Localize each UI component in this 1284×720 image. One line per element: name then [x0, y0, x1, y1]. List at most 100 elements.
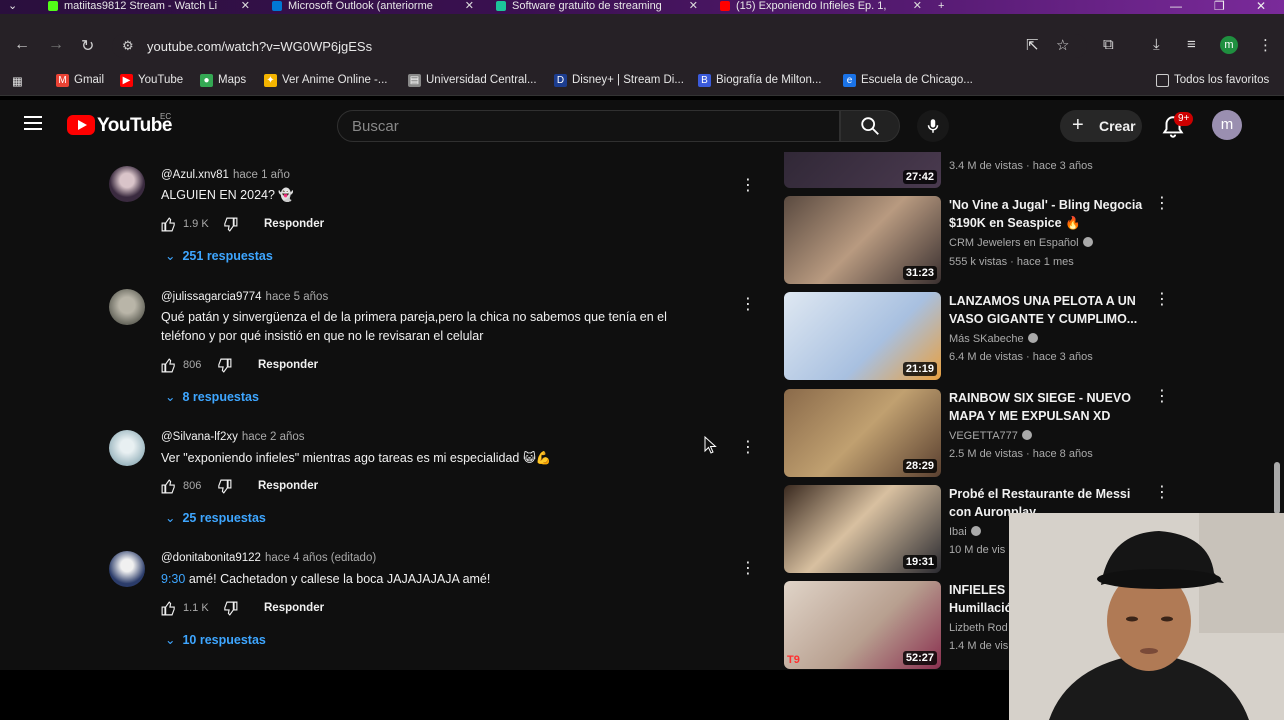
- bookmark-maps[interactable]: ● Maps: [200, 74, 246, 87]
- video-more-options-icon[interactable]: ⋮: [1154, 196, 1170, 212]
- scrollbar-thumb[interactable]: [1274, 462, 1280, 514]
- dislike-icon[interactable]: [222, 216, 239, 233]
- comment-author[interactable]: @Silvana-lf2xy hace 2 años: [161, 431, 305, 443]
- youtube-favicon-icon: [720, 1, 730, 11]
- all-bookmarks[interactable]: Todos los favoritos: [1156, 74, 1269, 87]
- url-text[interactable]: youtube.com/watch?v=WG0WP6jgESs: [147, 39, 372, 54]
- view-replies-button[interactable]: ⌄ 251 respuestas: [165, 248, 273, 263]
- like-icon[interactable]: [160, 357, 177, 374]
- commenter-avatar[interactable]: [109, 430, 145, 466]
- youtube-header: YouTube EC Buscar + Crear: [0, 100, 1270, 152]
- install-app-icon[interactable]: ⇱: [1026, 36, 1039, 54]
- view-replies-button[interactable]: ⌄ 8 respuestas: [165, 389, 259, 404]
- comment-timestamp-link[interactable]: 9:30: [161, 572, 185, 586]
- tab-youtube-active[interactable]: (15) Exponiendo Infieles Ep. 1, ✕: [716, 0, 926, 14]
- forward-icon[interactable]: →: [48, 36, 64, 54]
- voice-search-button[interactable]: [917, 110, 949, 142]
- site-info-icon[interactable]: ⚙: [122, 38, 134, 54]
- bookmark-youtube[interactable]: ▶ YouTube: [120, 74, 183, 87]
- video-duration: 28:29: [902, 459, 937, 473]
- bookmark-escuela[interactable]: e Escuela de Chicago...: [843, 74, 973, 87]
- bookmark-star-icon[interactable]: ☆: [1056, 36, 1069, 54]
- extensions-icon[interactable]: ⧉: [1103, 36, 1114, 53]
- media-icon[interactable]: ≡: [1187, 36, 1196, 53]
- create-button[interactable]: + Crear: [1060, 110, 1142, 142]
- like-icon[interactable]: [160, 478, 177, 495]
- video-more-options-icon[interactable]: ⋮: [1154, 292, 1170, 308]
- close-tab-icon[interactable]: ✕: [689, 0, 698, 12]
- search-button[interactable]: [840, 110, 900, 142]
- video-more-options-icon[interactable]: ⋮: [1154, 389, 1170, 405]
- bookmark-anime[interactable]: ✦ Ver Anime Online -...: [264, 74, 387, 87]
- new-tab-icon[interactable]: +: [938, 0, 954, 14]
- comment-author[interactable]: @Azul.xnv81 hace 1 año: [161, 169, 290, 181]
- like-icon[interactable]: [160, 600, 177, 617]
- commenter-avatar[interactable]: [109, 166, 145, 202]
- browser-menu-icon[interactable]: ⋮: [1258, 36, 1273, 54]
- bookmark-universidad[interactable]: ▤ Universidad Central...: [408, 74, 537, 87]
- tab-obs[interactable]: Software gratuito de streaming ✕: [492, 0, 702, 14]
- reply-button[interactable]: Responder: [264, 602, 324, 614]
- close-window-icon[interactable]: ✕: [1256, 0, 1266, 12]
- comment-more-options-icon[interactable]: ⋮: [740, 178, 756, 194]
- browser-profile-avatar[interactable]: m: [1220, 36, 1238, 54]
- minimize-icon[interactable]: —: [1170, 0, 1182, 12]
- close-tab-icon[interactable]: ✕: [241, 0, 250, 12]
- tab-kick-stream[interactable]: matiitas9812 Stream - Watch Li ✕: [44, 0, 254, 14]
- commenter-avatar[interactable]: [109, 551, 145, 587]
- account-avatar[interactable]: m: [1212, 110, 1242, 140]
- download-icon[interactable]: ⤓: [1153, 36, 1160, 53]
- comment-author[interactable]: @julissagarcia9774 hace 5 años: [161, 291, 328, 303]
- comment-more-options-icon[interactable]: ⋮: [740, 561, 756, 577]
- reply-button[interactable]: Responder: [258, 480, 318, 492]
- bookmark-biografia[interactable]: B Biografía de Milton...: [698, 74, 821, 87]
- video-channel[interactable]: VEGETTA777: [949, 430, 1032, 442]
- video-more-options-icon[interactable]: ⋮: [1154, 485, 1170, 501]
- related-video[interactable]: 21:19 LANZAMOS UNA PELOTA A UN VASO GIGA…: [784, 292, 1170, 382]
- video-thumbnail[interactable]: 28:29: [784, 389, 941, 477]
- dislike-icon[interactable]: [216, 478, 233, 495]
- related-video[interactable]: 31:23 'No Vine a Jugal' - Bling Negocia …: [784, 196, 1170, 286]
- comment-more-options-icon[interactable]: ⋮: [740, 297, 756, 313]
- video-thumbnail[interactable]: 31:23: [784, 196, 941, 284]
- close-tab-icon[interactable]: ✕: [465, 0, 474, 12]
- notification-count-badge: 9+: [1174, 112, 1194, 126]
- video-title[interactable]: INFIELES Humillació: [949, 581, 1012, 617]
- video-title[interactable]: LANZAMOS UNA PELOTA A UN VASO GIGANTE Y …: [949, 292, 1147, 328]
- hamburger-menu-icon[interactable]: [24, 116, 42, 130]
- reload-icon[interactable]: ↻: [81, 36, 94, 56]
- dislike-icon[interactable]: [216, 357, 233, 374]
- apps-grid-icon[interactable]: ▦: [12, 74, 23, 88]
- video-thumbnail[interactable]: 19:31: [784, 485, 941, 573]
- related-video[interactable]: 28:29 RAINBOW SIX SIEGE - NUEVO MAPA Y M…: [784, 389, 1170, 479]
- back-icon[interactable]: ←: [14, 36, 30, 54]
- like-count: 1.1 K: [183, 602, 209, 614]
- video-thumbnail[interactable]: 21:19: [784, 292, 941, 380]
- reply-button[interactable]: Responder: [264, 218, 324, 230]
- tab-search-icon[interactable]: ⌄: [8, 0, 20, 14]
- tab-outlook[interactable]: Microsoft Outlook (anteriorme ✕: [268, 0, 478, 14]
- bookmark-gmail[interactable]: M Gmail: [56, 74, 104, 87]
- video-channel[interactable]: Ibai: [949, 526, 981, 538]
- like-icon[interactable]: [160, 216, 177, 233]
- video-thumbnail[interactable]: T9 52:27: [784, 581, 941, 669]
- video-title[interactable]: 'No Vine a Jugal' - Bling Negocia $190K …: [949, 196, 1147, 232]
- commenter-avatar[interactable]: [109, 289, 145, 325]
- address-bar[interactable]: ⚙ youtube.com/watch?v=WG0WP6jgESs: [112, 34, 1087, 58]
- dislike-icon[interactable]: [222, 600, 239, 617]
- video-channel[interactable]: Lizbeth Rod: [949, 622, 1008, 634]
- restore-icon[interactable]: ❐: [1214, 0, 1225, 12]
- comment-more-options-icon[interactable]: ⋮: [740, 440, 756, 456]
- search-input[interactable]: Buscar: [337, 110, 840, 142]
- related-video[interactable]: 27:42 3.4 M de vistas · hace 3 años: [784, 152, 1164, 190]
- video-thumbnail[interactable]: 27:42: [784, 152, 941, 188]
- video-channel[interactable]: CRM Jewelers en Español: [949, 237, 1093, 249]
- close-tab-icon[interactable]: ✕: [913, 0, 922, 12]
- reply-button[interactable]: Responder: [258, 359, 318, 371]
- view-replies-button[interactable]: ⌄ 25 respuestas: [165, 510, 266, 525]
- view-replies-button[interactable]: ⌄ 10 respuestas: [165, 632, 266, 647]
- bookmark-disney[interactable]: D Disney+ | Stream Di...: [554, 74, 684, 87]
- video-title[interactable]: RAINBOW SIX SIEGE - NUEVO MAPA Y ME EXPU…: [949, 389, 1147, 425]
- video-channel[interactable]: Más SKabeche: [949, 333, 1038, 345]
- comment-author[interactable]: @donitabonita9122 hace 4 años (editado): [161, 552, 376, 564]
